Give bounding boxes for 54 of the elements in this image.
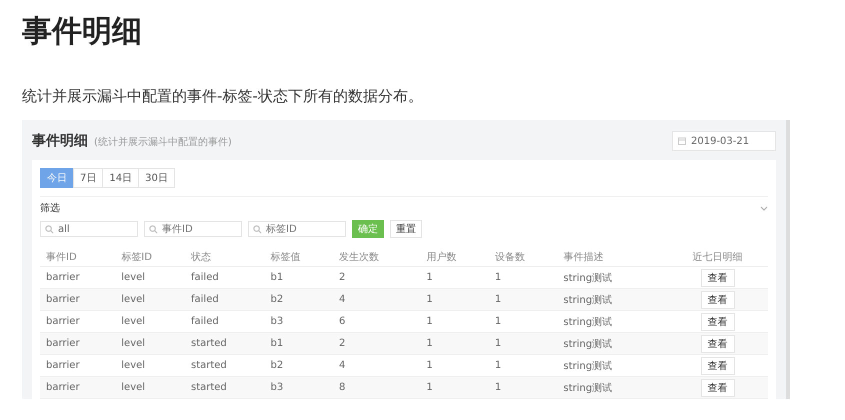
table-cell: barrier xyxy=(40,376,116,398)
table-cell: b3 xyxy=(264,376,333,398)
date-field[interactable]: 2019-03-21 xyxy=(672,131,776,151)
search-field[interactable]: 事件ID xyxy=(144,221,242,237)
view-button[interactable]: 查看 xyxy=(700,312,735,330)
table-cell: failed xyxy=(184,288,264,310)
table-cell: 1 xyxy=(488,288,558,310)
table-cell: barrier xyxy=(40,332,116,354)
period-tab[interactable]: 14日 xyxy=(102,168,140,188)
table-cell: 4 xyxy=(332,288,420,310)
column-header: 标签ID xyxy=(115,248,185,266)
panel-subtitle: (统计并展示漏斗中配置的事件) xyxy=(94,136,232,149)
table-cell: started xyxy=(184,376,264,398)
table-cell: 8 xyxy=(332,376,420,398)
view-button[interactable]: 查看 xyxy=(700,334,735,352)
table-cell: 1 xyxy=(488,332,558,354)
column-header: 标签值 xyxy=(264,248,333,266)
panel-title: 事件明细 xyxy=(32,132,88,150)
column-header: 发生次数 xyxy=(332,248,420,266)
filter-label: 筛选 xyxy=(40,202,60,215)
table-cell: level xyxy=(115,288,185,310)
table-cell: 2 xyxy=(332,332,420,354)
page-description: 统计并展示漏斗中配置的事件-标签-状态下所有的数据分布。 xyxy=(22,86,424,106)
column-header: 用户数 xyxy=(420,248,489,266)
table-cell: string测试 xyxy=(557,288,662,310)
view-button[interactable]: 查看 xyxy=(700,356,735,374)
search-field[interactable]: 标签ID xyxy=(248,221,346,237)
view-button[interactable]: 查看 xyxy=(700,378,735,396)
view-button[interactable]: 查看 xyxy=(700,268,735,286)
table-cell: string测试 xyxy=(557,376,662,398)
column-header: 近七日明细 xyxy=(661,248,768,266)
table-cell: 1 xyxy=(420,332,489,354)
table-cell: string测试 xyxy=(557,332,662,354)
period-tab[interactable]: 7日 xyxy=(73,168,104,188)
chevron-icon[interactable] xyxy=(760,206,768,210)
search-field[interactable]: all xyxy=(40,221,138,237)
period-tab[interactable]: 30日 xyxy=(138,168,175,188)
calendar-icon xyxy=(678,137,686,145)
table-cell: started xyxy=(184,332,264,354)
column-header: 状态 xyxy=(184,248,264,266)
reset-button[interactable]: 重置 xyxy=(390,220,422,238)
table-cell: 1 xyxy=(420,376,489,398)
table-cell: level xyxy=(115,332,185,354)
table-cell: level xyxy=(115,376,185,398)
column-header: 设备数 xyxy=(488,248,558,266)
view-button[interactable]: 查看 xyxy=(700,290,735,308)
table-cell: 1 xyxy=(420,288,489,310)
page-title: 事件明细 xyxy=(22,13,143,51)
table-cell: 1 xyxy=(488,376,558,398)
table-cell: b1 xyxy=(264,332,333,354)
table-cell: b2 xyxy=(264,288,333,310)
table-cell: barrier xyxy=(40,288,116,310)
column-header: 事件描述 xyxy=(557,248,662,266)
column-header: 事件ID xyxy=(40,248,116,266)
